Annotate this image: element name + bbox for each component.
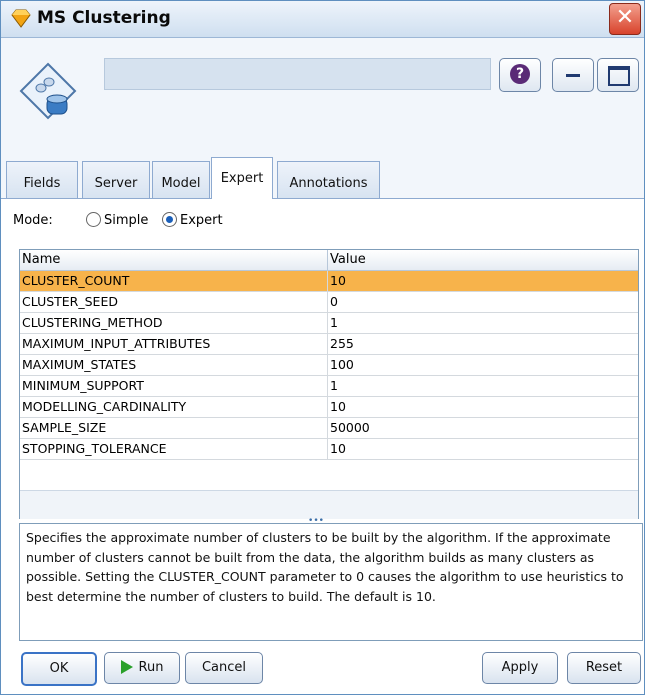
param-name: MINIMUM_SUPPORT bbox=[22, 378, 144, 393]
minimize-button[interactable] bbox=[552, 58, 594, 92]
cell-divider bbox=[327, 397, 328, 417]
run-label: Run bbox=[138, 660, 164, 675]
param-name: MAXIMUM_STATES bbox=[22, 357, 137, 372]
parameters-table: Name Value CLUSTER_COUNT 10 CLUSTER_SEED 0… bbox=[19, 249, 639, 519]
help-icon: ? bbox=[510, 64, 530, 84]
minimize-icon bbox=[566, 74, 580, 77]
app-diamond-icon bbox=[11, 9, 31, 28]
param-name: CLUSTERING_METHOD bbox=[22, 315, 163, 330]
param-value[interactable]: 100 bbox=[330, 357, 354, 372]
tab-annotations[interactable]: Annotations bbox=[277, 161, 380, 198]
table-row[interactable]: MAXIMUM_STATES 100 bbox=[20, 355, 638, 376]
mode-label: Mode: bbox=[13, 213, 53, 228]
table-row[interactable]: MODELLING_CARDINALITY 10 bbox=[20, 397, 638, 418]
param-value[interactable]: 255 bbox=[330, 336, 354, 351]
cell-divider bbox=[327, 376, 328, 396]
table-row[interactable]: SAMPLE_SIZE 50000 bbox=[20, 418, 638, 439]
cell-divider bbox=[327, 292, 328, 312]
param-name: MAXIMUM_INPUT_ATTRIBUTES bbox=[22, 336, 211, 351]
param-name: CLUSTER_COUNT bbox=[22, 273, 130, 288]
param-value[interactable]: 1 bbox=[330, 378, 338, 393]
title-bar[interactable]: MS Clustering ✕ bbox=[1, 1, 644, 38]
param-name: STOPPING_TOLERANCE bbox=[22, 441, 167, 456]
param-value[interactable]: 50000 bbox=[330, 420, 370, 435]
cell-divider bbox=[327, 334, 328, 354]
table-row[interactable]: CLUSTER_COUNT 10 bbox=[20, 271, 638, 292]
table-empty-area bbox=[20, 490, 638, 519]
dialog-window: MS Clustering ✕ ? Fields Server Model Ex… bbox=[0, 0, 645, 695]
help-button[interactable]: ? bbox=[499, 58, 541, 92]
param-name: SAMPLE_SIZE bbox=[22, 420, 107, 435]
cell-divider bbox=[327, 418, 328, 438]
tab-server[interactable]: Server bbox=[82, 161, 150, 198]
reset-button[interactable]: Reset bbox=[567, 652, 641, 684]
close-icon: ✕ bbox=[615, 5, 635, 30]
node-header: ? bbox=[1, 38, 644, 156]
param-name: CLUSTER_SEED bbox=[22, 294, 118, 309]
param-name: MODELLING_CARDINALITY bbox=[22, 399, 187, 414]
run-icon bbox=[120, 660, 133, 674]
maximize-icon bbox=[608, 66, 630, 86]
mode-expert-radio[interactable] bbox=[162, 212, 177, 227]
ok-button[interactable]: OK bbox=[21, 652, 97, 686]
column-divider[interactable] bbox=[327, 250, 328, 270]
parameter-description: Specifies the approximate number of clus… bbox=[19, 523, 643, 641]
column-header-value[interactable]: Value bbox=[330, 252, 366, 267]
column-header-name[interactable]: Name bbox=[22, 252, 60, 267]
mode-simple-radio[interactable] bbox=[86, 212, 101, 227]
param-value[interactable]: 10 bbox=[330, 273, 346, 288]
node-name-field[interactable] bbox=[104, 58, 491, 90]
tab-model[interactable]: Model bbox=[152, 161, 210, 198]
mode-expert-label[interactable]: Expert bbox=[180, 213, 223, 228]
tab-fields[interactable]: Fields bbox=[6, 161, 78, 198]
table-row[interactable]: CLUSTER_SEED 0 bbox=[20, 292, 638, 313]
param-value[interactable]: 0 bbox=[330, 294, 338, 309]
param-value[interactable]: 10 bbox=[330, 399, 346, 414]
cell-divider bbox=[327, 313, 328, 333]
window-title: MS Clustering bbox=[37, 8, 171, 28]
param-value[interactable]: 10 bbox=[330, 441, 346, 456]
table-row[interactable]: MAXIMUM_INPUT_ATTRIBUTES 255 bbox=[20, 334, 638, 355]
table-row[interactable]: STOPPING_TOLERANCE 10 bbox=[20, 439, 638, 460]
maximize-button[interactable] bbox=[597, 58, 639, 92]
cell-divider bbox=[327, 439, 328, 459]
param-value[interactable]: 1 bbox=[330, 315, 338, 330]
cell-divider bbox=[327, 355, 328, 375]
mode-simple-label[interactable]: Simple bbox=[104, 213, 148, 228]
table-row[interactable]: CLUSTERING_METHOD 1 bbox=[20, 313, 638, 334]
cancel-button[interactable]: Cancel bbox=[185, 652, 263, 684]
apply-button[interactable]: Apply bbox=[482, 652, 558, 684]
run-button[interactable]: Run bbox=[104, 652, 180, 684]
close-button[interactable]: ✕ bbox=[609, 3, 641, 35]
clustering-node-icon bbox=[19, 62, 77, 120]
tab-expert[interactable]: Expert bbox=[211, 157, 273, 199]
table-header: Name Value bbox=[20, 250, 638, 271]
cell-divider bbox=[327, 271, 328, 291]
table-row[interactable]: MINIMUM_SUPPORT 1 bbox=[20, 376, 638, 397]
